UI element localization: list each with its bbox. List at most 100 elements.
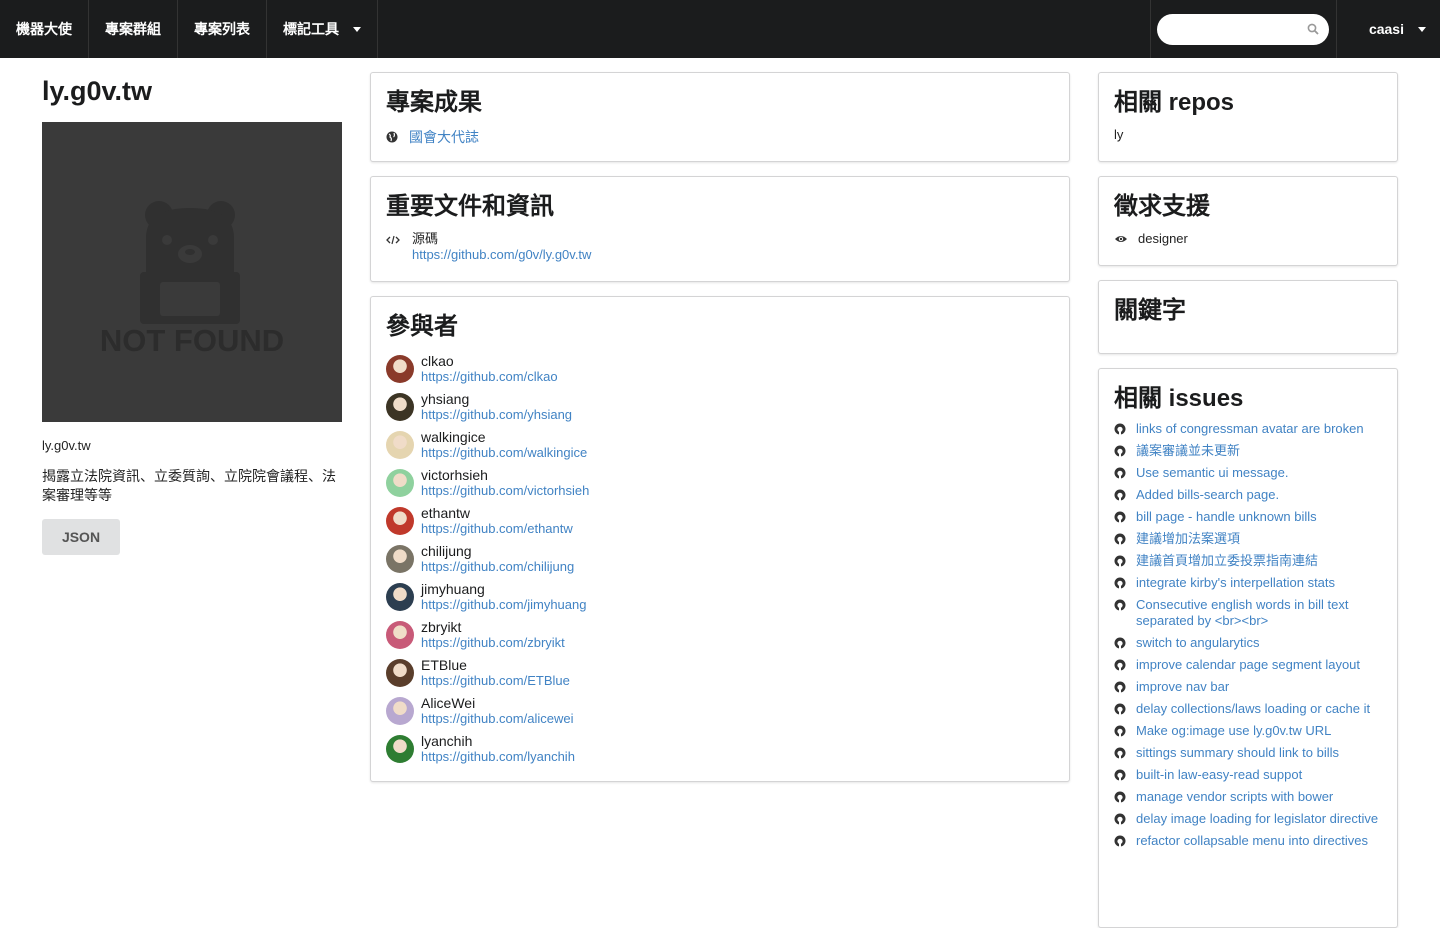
participant-item: jimyhuang https://github.com/jimyhuang [386, 581, 1054, 613]
participant-url[interactable]: https://github.com/lyanchih [421, 749, 575, 765]
issue-item: Make og:image use ly.g0v.tw URL [1114, 723, 1382, 739]
issue-link[interactable]: improve calendar page segment layout [1136, 657, 1360, 673]
nav-item-project-groups[interactable]: 專案群組 [89, 0, 178, 58]
issues-list: links of congressman avatar are broken 議案… [1114, 421, 1382, 849]
avatar[interactable] [386, 469, 414, 497]
github-icon [1114, 835, 1126, 847]
issue-link[interactable]: refactor collapsable menu into directive… [1136, 833, 1368, 849]
search-input[interactable] [1157, 13, 1330, 45]
issue-item: manage vendor scripts with bower [1114, 789, 1382, 805]
issue-item: 建議增加法案選項 [1114, 531, 1382, 547]
participant-url[interactable]: https://github.com/walkingice [421, 445, 587, 461]
avatar[interactable] [386, 507, 414, 535]
participant-url[interactable]: https://github.com/ethantw [421, 521, 573, 537]
github-icon [1114, 637, 1126, 649]
document-item: 源碼 https://github.com/g0v/ly.g0v.tw [386, 231, 1054, 263]
issue-link[interactable]: 議案審議並未更新 [1136, 443, 1240, 459]
github-icon [1114, 423, 1126, 435]
issue-item: delay image loading for legislator direc… [1114, 811, 1382, 827]
repos-heading: 相關 repos [1114, 89, 1235, 116]
issue-link[interactable]: Added bills-search page. [1136, 487, 1279, 503]
issue-link[interactable]: switch to angularytics [1136, 635, 1260, 651]
issue-item: Consecutive english words in bill text s… [1114, 597, 1382, 629]
nav-item-ambassador[interactable]: 機器大使 [0, 0, 89, 58]
github-icon [1114, 791, 1126, 803]
github-icon [1114, 533, 1126, 545]
project-sidebar: ly.g0v.tw NOT FOUND ly.g0v.tw 揭露立法院資訊、立委… [42, 72, 342, 555]
github-icon [1114, 599, 1126, 611]
github-icon [1114, 555, 1126, 567]
avatar[interactable] [386, 659, 414, 687]
issue-link[interactable]: links of congressman avatar are broken [1136, 421, 1364, 437]
result-link[interactable]: 國會大代誌 [409, 127, 479, 147]
issue-link[interactable]: Consecutive english words in bill text s… [1136, 597, 1382, 629]
issue-item: improve calendar page segment layout [1114, 657, 1382, 673]
participant-item: AliceWei https://github.com/alicewei [386, 695, 1054, 727]
nav-search-container [1149, 0, 1337, 58]
issue-link[interactable]: sittings summary should link to bills [1136, 745, 1339, 761]
issue-link[interactable]: bill page - handle unknown bills [1136, 509, 1317, 525]
participant-url[interactable]: https://github.com/yhsiang [421, 407, 572, 423]
participant-name: yhsiang [421, 391, 470, 407]
issue-link[interactable]: built-in law-easy-read suppot [1136, 767, 1302, 783]
issue-link[interactable]: Use semantic ui message. [1136, 465, 1288, 481]
participant-url[interactable]: https://github.com/ETBlue [421, 673, 570, 689]
issue-item: refactor collapsable menu into directive… [1114, 833, 1382, 849]
participant-name: ETBlue [421, 657, 467, 673]
issue-link[interactable]: manage vendor scripts with bower [1136, 789, 1333, 805]
result-item: 國會大代誌 [386, 127, 1054, 147]
user-menu[interactable]: caasi [1337, 0, 1440, 58]
json-button[interactable]: JSON [42, 519, 120, 555]
issue-item: Added bills-search page. [1114, 487, 1382, 503]
participant-name: zbryikt [421, 619, 462, 635]
participant-item: lyanchih https://github.com/lyanchih [386, 733, 1054, 765]
issue-item: 議案審議並未更新 [1114, 443, 1382, 459]
avatar[interactable] [386, 545, 414, 573]
participant-url[interactable]: https://github.com/jimyhuang [421, 597, 586, 613]
avatar[interactable] [386, 393, 414, 421]
github-icon [1114, 703, 1126, 715]
participant-name: chilijung [421, 543, 472, 559]
issue-item: improve nav bar [1114, 679, 1382, 695]
avatar[interactable] [386, 621, 414, 649]
participant-item: clkao https://github.com/clkao [386, 353, 1054, 385]
participant-item: victorhsieh https://github.com/victorhsie… [386, 467, 1054, 499]
issues-heading: 相關 issues [1114, 385, 1244, 412]
globe-icon [386, 131, 398, 143]
participant-url[interactable]: https://github.com/clkao [421, 369, 558, 385]
support-card: 徵求支援 designer [1098, 176, 1398, 266]
issue-link[interactable]: 建議增加法案選項 [1136, 531, 1240, 547]
participant-url[interactable]: https://github.com/victorhsieh [421, 483, 589, 499]
participant-item: ETBlue https://github.com/ETBlue [386, 657, 1054, 689]
avatar[interactable] [386, 583, 414, 611]
keywords-heading: 關鍵字 [1114, 297, 1186, 324]
participant-name: walkingice [421, 429, 486, 445]
participant-url[interactable]: https://github.com/alicewei [421, 711, 573, 727]
issue-link[interactable]: improve nav bar [1136, 679, 1229, 695]
avatar[interactable] [386, 697, 414, 725]
issue-link[interactable]: delay image loading for legislator direc… [1136, 811, 1378, 827]
github-icon [1114, 747, 1126, 759]
eye-icon [1115, 235, 1127, 242]
issue-item: links of congressman avatar are broken [1114, 421, 1382, 437]
avatar[interactable] [386, 431, 414, 459]
nav-item-label: 專案群組 [105, 21, 161, 37]
avatar[interactable] [386, 355, 414, 383]
search-icon[interactable] [1307, 23, 1320, 35]
github-icon [1114, 725, 1126, 737]
issue-link[interactable]: integrate kirby's interpellation stats [1136, 575, 1335, 591]
participant-url[interactable]: https://github.com/zbryikt [421, 635, 565, 651]
nav-item-project-list[interactable]: 專案列表 [178, 0, 267, 58]
issue-link[interactable]: 建議首頁增加立委投票指南連結 [1136, 553, 1318, 569]
github-icon [1114, 659, 1126, 671]
participant-url[interactable]: https://github.com/chilijung [421, 559, 574, 575]
document-url[interactable]: https://github.com/g0v/ly.g0v.tw [412, 247, 591, 262]
issue-link[interactable]: Make og:image use ly.g0v.tw URL [1136, 723, 1331, 739]
issue-item: Use semantic ui message. [1114, 465, 1382, 481]
repo-item[interactable]: ly [1114, 127, 1382, 142]
issue-link[interactable]: delay collections/laws loading or cache … [1136, 701, 1370, 717]
issue-item: switch to angularytics [1114, 635, 1382, 651]
results-heading: 專案成果 [386, 89, 482, 116]
avatar[interactable] [386, 735, 414, 763]
nav-item-tag-tools[interactable]: 標記工具 [267, 0, 378, 58]
